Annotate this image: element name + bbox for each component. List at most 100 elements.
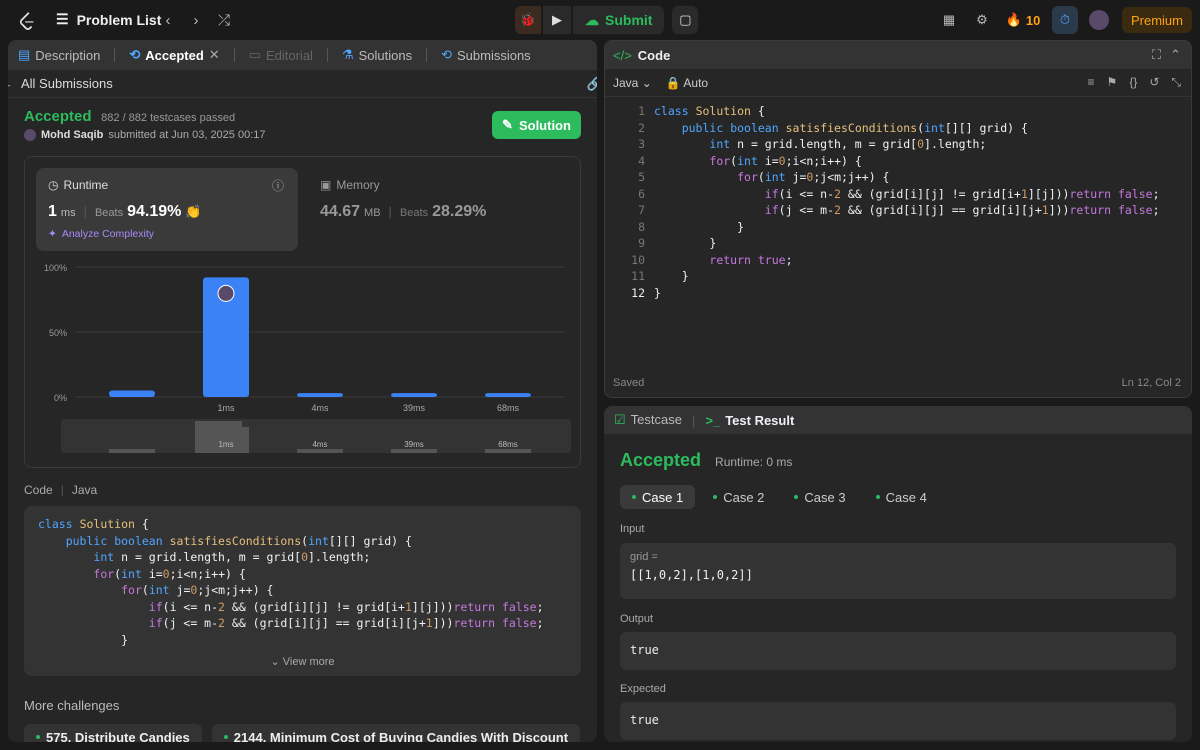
case-tab-4[interactable]: Case 4: [864, 485, 939, 509]
username[interactable]: Mohd Saqib: [41, 129, 103, 141]
case-tab-3[interactable]: Case 3: [782, 485, 857, 509]
expand-icon[interactable]: ⤡: [1171, 75, 1181, 90]
memory-value: 44.67: [320, 203, 361, 220]
output-label: Output: [620, 613, 654, 625]
terminal-icon: >_: [705, 412, 721, 428]
notes-icon[interactable]: ▢: [672, 6, 699, 34]
analyze-complexity-link[interactable]: ✦ Analyze Complexity: [48, 228, 154, 240]
check-box-icon: ☑: [614, 412, 626, 427]
output-block: true: [620, 632, 1176, 670]
submitted-code-block: class Solution { public boolean satisfie…: [24, 506, 581, 676]
stats-box: ◷ Runtime ⓘ 1 ms | Beats 94.19% 👏 ✦ Analyz…: [24, 156, 581, 468]
code-editor-panel: </> Code ⛶ ⌃ Java ⌄ 🔒 Auto ≡ ⚑ {} ↺ ⤡ 123…: [604, 40, 1192, 398]
braces-icon[interactable]: {}: [1129, 75, 1137, 90]
chip-icon: ▣: [320, 178, 332, 192]
challenge-list: 575. Distribute Candies 2144. Minimum Co…: [24, 724, 581, 742]
edit-icon: ✎: [502, 117, 513, 132]
memory-value-row: 44.67 MB | Beats 28.29%: [320, 203, 487, 220]
chart-bar[interactable]: [485, 393, 531, 397]
x-tick-label: 1ms: [217, 403, 235, 413]
input-block: grid = [[1,0,2],[1,0,2]]: [620, 543, 1176, 599]
leetcode-logo-icon[interactable]: [16, 10, 38, 32]
more-challenges-title: More challenges: [24, 698, 120, 713]
result-runtime: Runtime: 0 ms: [715, 455, 793, 469]
tab-accepted[interactable]: ⟲ Accepted ✕: [129, 47, 219, 63]
expected-label: Expected: [620, 683, 666, 695]
info-icon[interactable]: ⓘ: [272, 177, 284, 194]
auto-mode-toggle[interactable]: 🔒 Auto: [666, 76, 708, 90]
runtime-distribution-chart[interactable]: 100% 50% 0% 1ms 4ms 39ms 68ms 1ms 4ms 39ms 68ms: [25, 257, 580, 467]
navigator-bar: [391, 449, 437, 453]
runtime-value: 1: [48, 203, 57, 220]
timer-icon[interactable]: ⏱: [1052, 6, 1078, 34]
runtime-beats: 94.19%: [127, 203, 182, 220]
solution-button[interactable]: ✎ Solution: [492, 111, 581, 139]
tab-test-result[interactable]: >_ Test Result: [705, 413, 794, 428]
debug-icon[interactable]: 🐞: [515, 6, 541, 34]
fullscreen-icon[interactable]: ⛶: [1152, 47, 1161, 63]
my-submission-avatar: [217, 284, 235, 302]
lock-icon: 🔒: [665, 75, 681, 90]
y-tick-label: 100%: [44, 263, 67, 273]
settings-gear-icon[interactable]: ⚙: [972, 6, 992, 34]
chart-bar[interactable]: [109, 390, 155, 398]
tab-editorial[interactable]: ▭ Editorial: [249, 47, 313, 63]
next-problem-icon[interactable]: ›: [186, 10, 206, 30]
avatar[interactable]: [1088, 6, 1110, 34]
prev-problem-icon[interactable]: ‹: [158, 10, 178, 30]
tab-solutions[interactable]: ⚗ Solutions: [342, 47, 412, 63]
run-button[interactable]: ▶: [543, 6, 571, 34]
flask-icon: ⚗: [341, 47, 354, 62]
editor-code[interactable]: class Solution { public boolean satisfie…: [654, 103, 1160, 301]
cursor-position: Ln 12, Col 2: [1121, 377, 1181, 389]
all-submissions-link[interactable]: ← All Submissions 🔗: [8, 70, 597, 98]
memory-beats: 28.29%: [432, 203, 487, 220]
runtime-card[interactable]: ◷ Runtime ⓘ 1 ms | Beats 94.19% 👏 ✦ Analyz…: [36, 168, 298, 251]
testcases-passed: 882 / 882 testcases passed: [101, 112, 236, 124]
problem-list-button[interactable]: ☰ Problem List: [56, 11, 161, 28]
navigator-bar: [485, 449, 531, 453]
memory-title: ▣ Memory: [320, 178, 380, 192]
view-more-button[interactable]: ⌄ View more: [24, 655, 581, 668]
layout-icon[interactable]: ▦: [940, 6, 958, 34]
challenge-item[interactable]: 2144. Minimum Cost of Buying Candies Wit…: [211, 724, 581, 742]
memory-card[interactable]: ▣ Memory 44.67 MB | Beats 28.29%: [320, 168, 560, 251]
submitted-time: submitted at Jun 03, 2025 00:17: [108, 129, 266, 141]
premium-button[interactable]: Premium: [1122, 7, 1192, 33]
navigator-bar: [109, 449, 155, 453]
case-tab-2[interactable]: Case 2: [701, 485, 776, 509]
submission-header: Accepted 882 / 882 testcases passed Mohd…: [24, 108, 266, 141]
format-icon[interactable]: ≡: [1088, 75, 1095, 90]
expected-value: true: [630, 713, 659, 727]
close-icon[interactable]: ✕: [209, 47, 220, 63]
tab-divider: [233, 48, 235, 62]
reset-icon[interactable]: ↺: [1149, 75, 1159, 90]
list-icon: ☰: [56, 11, 69, 27]
x-tick-label: 4ms: [311, 403, 329, 413]
share-link-icon[interactable]: 🔗: [587, 76, 597, 92]
tab-submissions[interactable]: ⟲ Submissions: [441, 47, 531, 63]
case-tab-1[interactable]: Case 1: [620, 485, 696, 509]
challenge-item[interactable]: 575. Distribute Candies: [24, 724, 202, 742]
language-select[interactable]: Java ⌄: [613, 76, 652, 90]
navigator-label: 4ms: [312, 440, 327, 449]
back-arrow-icon: ←: [8, 76, 13, 91]
y-tick-label: 50%: [49, 328, 67, 338]
chart-bar[interactable]: [391, 393, 437, 397]
bookmark-icon[interactable]: ⚑: [1107, 75, 1118, 90]
submit-button[interactable]: ☁ Submit: [573, 6, 665, 34]
streak-counter[interactable]: 🔥 10: [1004, 6, 1042, 34]
shuffle-icon[interactable]: ⤮: [214, 10, 234, 30]
chevron-down-icon: ⌄: [641, 75, 652, 90]
chart-bar[interactable]: [297, 393, 343, 397]
history-icon: ⟲: [441, 47, 452, 62]
runtime-title: ◷ Runtime: [48, 178, 109, 192]
left-panel: ▤ Description ⟲ Accepted ✕ ▭ Editorial ⚗ Solu…: [8, 40, 597, 742]
input-var: grid =: [630, 551, 658, 563]
tab-testcase[interactable]: ☑ Testcase: [614, 412, 682, 428]
collapse-icon[interactable]: ⌃: [1170, 47, 1181, 63]
tab-description[interactable]: ▤ Description: [18, 47, 100, 63]
code-text: class Solution { public boolean satisfie…: [38, 517, 544, 647]
runtime-value-row: 1 ms | Beats 94.19% 👏: [48, 203, 202, 220]
input-label: Input: [620, 523, 645, 535]
